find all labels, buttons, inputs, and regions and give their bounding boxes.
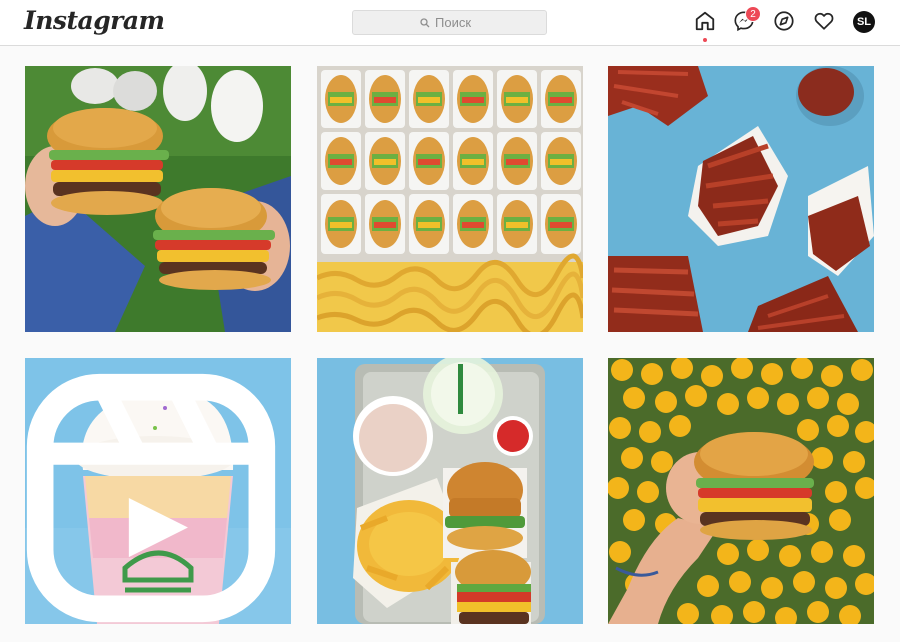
explore-button[interactable]: [773, 10, 795, 36]
direct-messages-button[interactable]: 2: [733, 6, 761, 36]
post-tile-5[interactable]: [317, 358, 583, 624]
profile-avatar[interactable]: SL: [853, 11, 875, 33]
compass-icon: [774, 11, 794, 31]
top-navigation-bar: Instagram 2 SL: [0, 0, 900, 46]
search-box[interactable]: [352, 10, 547, 35]
heart-icon: [814, 12, 834, 30]
post-tile-3[interactable]: [608, 66, 874, 332]
post-tile-6[interactable]: [608, 358, 874, 624]
post-image-burger-tray: [317, 66, 583, 332]
home-button[interactable]: [694, 10, 716, 42]
post-image-tray-meal: [317, 358, 583, 624]
post-image-burgers-grass: [25, 66, 291, 332]
post-image-burger-flowers: [608, 358, 874, 624]
instagram-logo[interactable]: Instagram: [24, 6, 165, 35]
post-tile-2[interactable]: [317, 66, 583, 332]
post-tile-1[interactable]: [25, 66, 291, 332]
post-image-bacon: [608, 66, 874, 332]
search-input[interactable]: [435, 15, 479, 30]
home-icon: [695, 11, 715, 31]
reel-icon: [26, 373, 276, 623]
activity-button[interactable]: [813, 10, 835, 36]
active-indicator: [703, 38, 707, 42]
messages-badge: 2: [745, 6, 761, 22]
search-icon: [420, 17, 430, 27]
post-tile-4[interactable]: [25, 358, 291, 624]
